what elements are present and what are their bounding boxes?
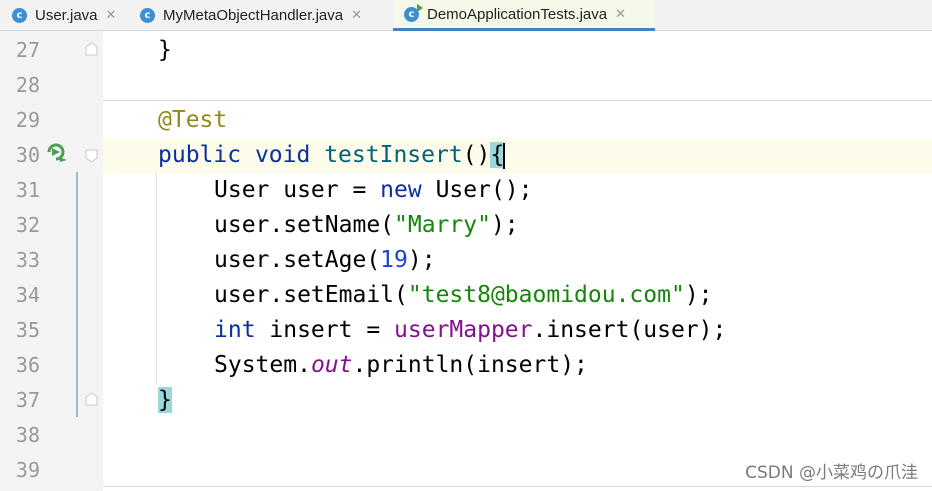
code-text: ); xyxy=(684,282,713,308)
text-caret xyxy=(503,142,506,169)
fold-end-icon[interactable] xyxy=(85,392,98,406)
indent-guide xyxy=(156,173,157,385)
close-icon[interactable]: ✕ xyxy=(351,8,362,23)
line-number: 27 xyxy=(15,38,40,62)
line-number: 35 xyxy=(15,318,40,342)
code-line-31[interactable]: User user = new User(); xyxy=(214,173,533,208)
code-text: User(); xyxy=(421,177,533,203)
tab-user-java[interactable]: c User.java ✕ xyxy=(12,0,132,31)
code-text: insert = xyxy=(255,317,395,343)
fold-end-icon[interactable] xyxy=(85,42,98,56)
method-name: testInsert xyxy=(324,142,463,168)
close-icon[interactable]: ✕ xyxy=(615,7,626,22)
code-text: user.setEmail( xyxy=(214,282,408,308)
run-badge-icon xyxy=(417,3,423,12)
line-number: 36 xyxy=(15,353,40,377)
java-class-icon: c xyxy=(12,8,27,23)
code-text: user.setAge( xyxy=(214,247,381,273)
matched-brace: } xyxy=(158,387,172,413)
code-line-34[interactable]: user.setEmail("test8@baomidou.com"); xyxy=(214,278,713,313)
method-separator xyxy=(103,100,932,101)
tab-mymetaobjecthandler-java[interactable]: c MyMetaObjectHandler.java ✕ xyxy=(140,0,392,31)
keyword: void xyxy=(254,142,311,168)
tab-label: User.java xyxy=(35,7,98,24)
static-field: out xyxy=(310,352,353,378)
run-test-icon[interactable] xyxy=(46,142,68,162)
close-icon[interactable]: ✕ xyxy=(106,8,117,23)
method-separator xyxy=(103,486,932,487)
code-line-37[interactable]: } xyxy=(158,383,172,418)
line-number: 28 xyxy=(15,73,40,97)
vcs-change-marker[interactable] xyxy=(76,172,78,417)
parens: () xyxy=(462,142,491,168)
line-number: 39 xyxy=(15,458,40,482)
number-literal: 19 xyxy=(380,247,408,273)
keyword: public xyxy=(158,142,242,168)
code-text: System. xyxy=(214,352,311,378)
line-number: 37 xyxy=(15,388,40,412)
keyword: new xyxy=(380,177,422,203)
java-test-class-icon: c xyxy=(404,3,423,22)
code-text: ); xyxy=(407,247,436,273)
line-number: 31 xyxy=(15,178,40,202)
code-text: ); xyxy=(490,212,519,238)
tab-label: MyMetaObjectHandler.java xyxy=(163,7,344,24)
line-number: 34 xyxy=(15,283,40,307)
tab-demoapplicationtests-java[interactable]: c DemoApplicationTests.java ✕ xyxy=(393,0,655,31)
code-text: user.setName( xyxy=(214,212,395,238)
line-number: 32 xyxy=(15,213,40,237)
code-editor[interactable]: } @Test public void testInsert(){ User u… xyxy=(103,31,932,491)
watermark: CSDN @小菜鸡の爪洼 xyxy=(745,463,918,483)
line-number: 33 xyxy=(15,248,40,272)
matched-brace: { xyxy=(490,142,505,168)
line-number: 38 xyxy=(15,423,40,447)
code-line-33[interactable]: user.setAge(19); xyxy=(214,243,436,278)
tab-label: DemoApplicationTests.java xyxy=(427,5,608,23)
code-line-32[interactable]: user.setName("Marry"); xyxy=(214,208,519,243)
code-line-27[interactable]: } xyxy=(158,33,172,68)
string-literal: "test8@baomidou.com" xyxy=(407,282,685,308)
code-line-36[interactable]: System.out.println(insert); xyxy=(214,348,588,383)
icon-letter: c xyxy=(408,8,415,20)
line-number: 30 xyxy=(15,143,40,167)
line-number: 29 xyxy=(15,108,40,132)
code-line-35[interactable]: int insert = userMapper.insert(user); xyxy=(214,313,726,348)
line-number-gutter: 27 28 29 30 31 32 33 34 35 36 37 38 39 xyxy=(0,31,103,491)
code-line-29[interactable]: @Test xyxy=(158,103,227,138)
code-text: .println(insert); xyxy=(352,352,588,378)
editor-tab-bar: c User.java ✕ c MyMetaObjectHandler.java… xyxy=(0,0,932,31)
java-class-icon: c xyxy=(140,8,155,23)
field-reference: userMapper xyxy=(394,317,533,343)
keyword: int xyxy=(214,317,256,343)
code-text: .insert(user); xyxy=(532,317,727,343)
string-literal: "Marry" xyxy=(394,212,491,238)
code-line-30[interactable]: public void testInsert(){ xyxy=(158,138,506,173)
code-text: User user = xyxy=(214,177,381,203)
fold-start-icon[interactable] xyxy=(85,149,98,163)
